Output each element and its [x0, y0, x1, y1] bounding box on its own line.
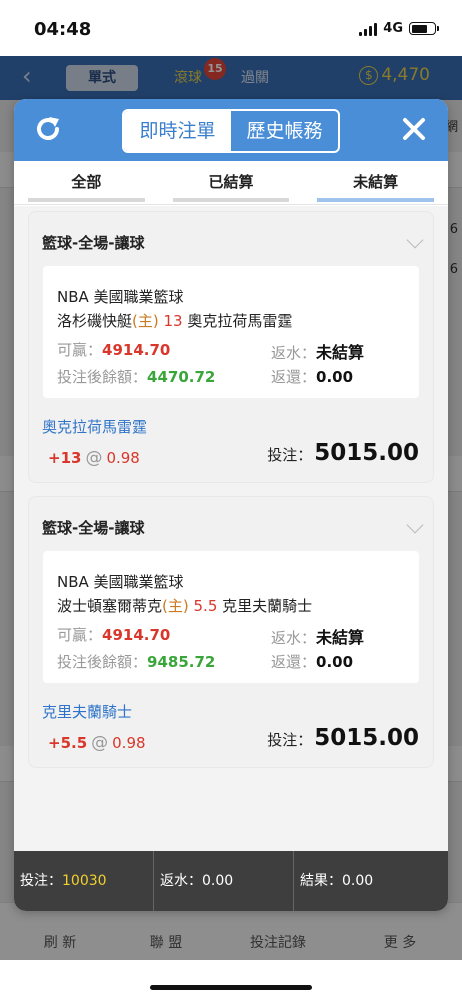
pick-line: +13 @0.98 — [48, 448, 140, 468]
matchup: 洛杉磯快艇(主) 13 奧克拉荷馬雷霆 — [57, 310, 292, 331]
summary-bar: 投注：10030 返水：0.00 結果：0.00 — [14, 851, 448, 911]
bet-slip-modal: 即時注單 歷史帳務 全部 已結算 未結算 籃球-全場-讓球 NBA 美國職業籃球… — [14, 99, 448, 911]
league-name: NBA 美國職業籃球 — [57, 573, 184, 591]
bet-market-title: 籃球-全場-讓球 — [42, 234, 145, 252]
refresh-button[interactable] — [32, 113, 64, 145]
potential-win: 可贏：4914.70 — [57, 624, 170, 645]
league-name: NBA 美國職業籃球 — [57, 288, 184, 306]
bet-list[interactable]: 籃球-全場-讓球 NBA 美國職業籃球 洛杉磯快艇(主) 13 奧克拉荷馬雷霆 … — [14, 206, 448, 851]
stake-label: 投注： — [267, 446, 313, 464]
balance-after-value: 9485.72 — [147, 653, 216, 671]
return-label: 返還： — [271, 368, 317, 386]
chevron-down-icon[interactable] — [406, 516, 424, 534]
balance-after-label: 投注後餘額： — [57, 368, 148, 386]
stake-label: 投注： — [267, 731, 313, 749]
home-indicator-area — [0, 960, 462, 1000]
rebate-value: 未結算 — [316, 343, 365, 362]
filter-all[interactable]: 全部 — [14, 161, 159, 204]
filter-tabs: 全部 已結算 未結算 — [14, 161, 448, 205]
close-icon — [403, 118, 425, 140]
bet-market-title: 籃球-全場-讓球 — [42, 519, 145, 537]
return-label: 返還： — [271, 653, 317, 671]
rebate: 返水：未結算 — [271, 624, 364, 648]
at-sign: @ — [85, 448, 103, 468]
signal-icon — [359, 22, 378, 36]
view-segment-control: 即時注單 歷史帳務 — [122, 109, 340, 153]
filter-all-label: 全部 — [71, 173, 102, 191]
filter-unsettled[interactable]: 未結算 — [303, 161, 448, 204]
summary-result-label: 結果： — [300, 873, 342, 889]
win-label: 可贏： — [57, 341, 103, 359]
battery-icon — [409, 22, 439, 35]
odds: 0.98 — [106, 449, 140, 467]
summary-stake: 投注：10030 — [14, 851, 154, 911]
stake: 投注：5015.00 — [267, 725, 419, 751]
pick-handicap: +13 — [48, 449, 82, 467]
status-icons: 4G — [359, 21, 439, 36]
pick-team[interactable]: 克里夫蘭騎士 — [42, 701, 132, 722]
bet-card: 籃球-全場-讓球 NBA 美國職業籃球 波士頓塞爾蒂克(主) 5.5 克里夫蘭騎… — [28, 496, 434, 768]
summary-rebate-label: 返水： — [160, 873, 202, 889]
status-bar: 04:48 4G — [0, 0, 462, 56]
balance-after: 投注後餘額：9485.72 — [57, 651, 215, 672]
return-value: 0.00 — [316, 368, 354, 386]
bet-card: 籃球-全場-讓球 NBA 美國職業籃球 洛杉磯快艇(主) 13 奧克拉荷馬雷霆 … — [28, 211, 434, 483]
potential-win: 可贏：4914.70 — [57, 339, 170, 360]
summary-rebate: 返水：0.00 — [154, 851, 294, 911]
away-team: 克里夫蘭騎士 — [222, 597, 313, 615]
summary-stake-label: 投注： — [20, 873, 62, 889]
bet-detail: NBA 美國職業籃球 洛杉磯快艇(主) 13 奧克拉荷馬雷霆 可贏：4914.7… — [43, 266, 419, 398]
refresh-icon — [37, 117, 59, 140]
balance-after-label: 投注後餘額： — [57, 653, 148, 671]
win-value: 4914.70 — [102, 626, 171, 644]
chevron-down-icon[interactable] — [406, 231, 424, 249]
home-mark: (主) — [162, 597, 189, 615]
stake: 投注：5015.00 — [267, 440, 419, 466]
stake-value: 5015.00 — [314, 440, 419, 466]
stake-value: 5015.00 — [314, 725, 419, 751]
matchup: 波士頓塞爾蒂克(主) 5.5 克里夫蘭騎士 — [57, 595, 312, 616]
rebate-value: 未結算 — [316, 628, 365, 647]
summary-result-value: 0.00 — [342, 873, 374, 889]
pick-line: +5.5 @0.98 — [48, 733, 146, 753]
win-label: 可贏： — [57, 626, 103, 644]
return: 返還：0.00 — [271, 651, 353, 672]
handicap: 5.5 — [193, 597, 218, 615]
balance-after-value: 4470.72 — [147, 368, 216, 386]
summary-stake-value: 10030 — [62, 873, 107, 889]
rebate: 返水：未結算 — [271, 339, 364, 363]
filter-underline — [172, 198, 290, 202]
tab-history[interactable]: 歷史帳務 — [231, 111, 338, 151]
filter-unsettled-label: 未結算 — [353, 173, 399, 191]
filter-settled[interactable]: 已結算 — [159, 161, 304, 204]
win-value: 4914.70 — [102, 341, 171, 359]
balance-after: 投注後餘額：4470.72 — [57, 366, 215, 387]
filter-underline — [28, 198, 145, 202]
rebate-label: 返水： — [271, 344, 317, 362]
home-team: 波士頓塞爾蒂克 — [57, 597, 163, 615]
tab-live-bets[interactable]: 即時注單 — [124, 111, 231, 151]
network-label: 4G — [383, 21, 403, 36]
bet-detail: NBA 美國職業籃球 波士頓塞爾蒂克(主) 5.5 克里夫蘭騎士 可贏：4914… — [43, 551, 419, 683]
home-indicator[interactable] — [150, 985, 312, 990]
odds: 0.98 — [112, 734, 146, 752]
home-team: 洛杉磯快艇 — [57, 312, 133, 330]
status-time: 04:48 — [34, 19, 92, 40]
filter-underline-active — [317, 198, 435, 202]
handicap: 13 — [163, 312, 183, 330]
return-value: 0.00 — [316, 653, 354, 671]
summary-rebate-value: 0.00 — [202, 873, 234, 889]
rebate-label: 返水： — [271, 629, 317, 647]
filter-settled-label: 已結算 — [208, 173, 254, 191]
close-button[interactable] — [398, 113, 430, 145]
modal-header: 即時注單 歷史帳務 — [14, 99, 448, 161]
summary-result: 結果：0.00 — [294, 851, 434, 911]
pick-handicap: +5.5 — [48, 734, 88, 752]
pick-team[interactable]: 奧克拉荷馬雷霆 — [42, 416, 147, 437]
away-team: 奧克拉荷馬雷霆 — [187, 312, 293, 330]
return: 返還：0.00 — [271, 366, 353, 387]
home-mark: (主) — [132, 312, 159, 330]
at-sign: @ — [91, 733, 109, 753]
